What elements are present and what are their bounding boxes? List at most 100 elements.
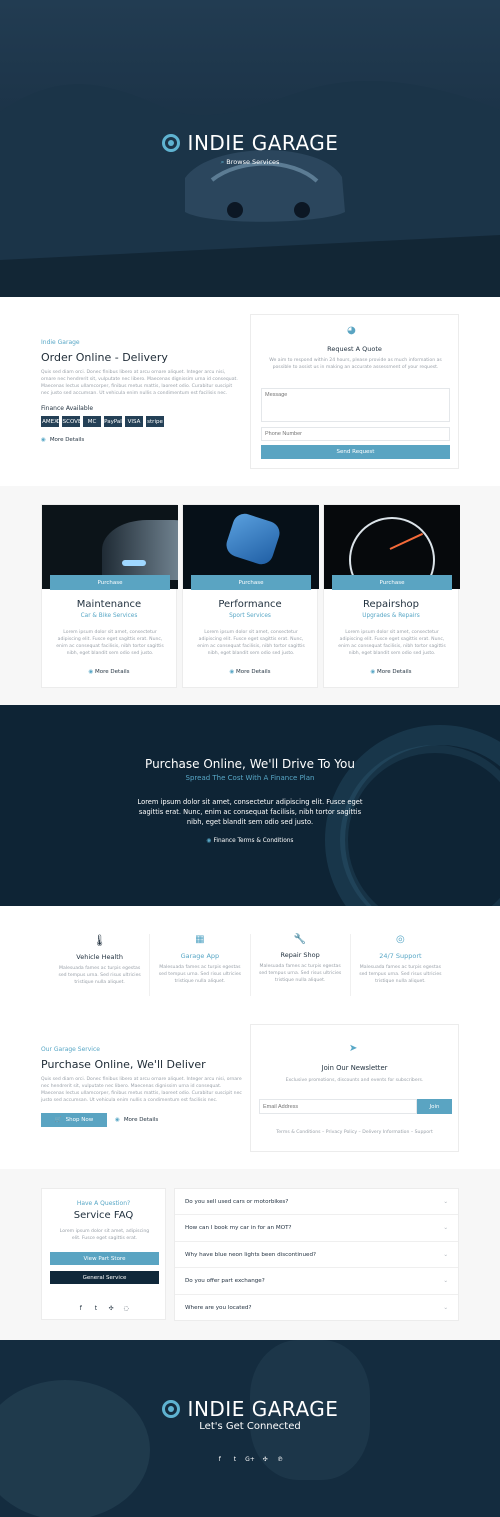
service-title: Maintenance <box>76 599 142 610</box>
feature-item: ▦ Garage App Malesuada fames ac turpis e… <box>150 934 251 996</box>
chevron-down-icon: ⌄ <box>443 1251 448 1258</box>
service-card-performance: Purchase Performance Sport Services Lore… <box>182 504 319 688</box>
faq-question: Why have blue neon lights been discontin… <box>185 1251 316 1258</box>
message-textarea[interactable] <box>261 388 450 422</box>
banner-body: Lorem ipsum dolor sit amet, consectetur … <box>137 798 363 826</box>
faq-item[interactable]: Do you offer part exchange? ⌄ <box>175 1268 458 1295</box>
faq-item[interactable]: Do you sell used cars or motorbikes? ⌄ <box>175 1189 458 1215</box>
join-button[interactable]: Join <box>417 1099 452 1114</box>
payment-card-icon: MC <box>83 416 101 427</box>
shop-now-button[interactable]: 🛒 Shop Now <box>41 1113 107 1127</box>
service-more-details[interactable]: ◉ More Details <box>324 669 458 675</box>
faq-side-card: Have A Question? Service FAQ Lorem ipsum… <box>41 1188 166 1320</box>
google-plus-icon[interactable]: G+ <box>245 1456 255 1463</box>
delivery-title: Purchase Online, We'll Deliver <box>41 1058 206 1071</box>
footer-brand-name: INDIE GARAGE <box>187 1397 339 1421</box>
browse-services-link[interactable]: ⌕ Browse Services <box>0 158 500 167</box>
feature-body: Malesuada fames ac turpis egestas sed te… <box>359 965 442 984</box>
facebook-icon[interactable]: f <box>215 1456 225 1463</box>
facebook-icon[interactable]: f <box>76 1305 86 1312</box>
faq-kicker: Have A Question? <box>76 1200 131 1207</box>
newsletter-title: Join Our Newsletter <box>321 1064 388 1072</box>
footer-tagline: Let's Get Connected <box>199 1421 301 1432</box>
faq-question: Do you sell used cars or motorbikes? <box>185 1198 289 1205</box>
payment-card-icon: VISA <box>125 416 143 427</box>
feature-body: Malesuada fames ac turpis egestas sed te… <box>258 964 342 983</box>
general-service-button[interactable]: General Service <box>50 1271 159 1284</box>
delivery-section: Our Garage Service Purchase Online, We'l… <box>41 1046 244 1127</box>
payment-methods: AMEX DISCOVER MC PayPal VISA stripe <box>41 416 241 427</box>
feature-row: 🌡 Vehicle Health Malesuada fames ac turp… <box>50 934 450 996</box>
wrench-icon: 🔧 <box>293 934 307 945</box>
paper-plane-icon: ➤ <box>349 1043 358 1054</box>
whatsapp-icon[interactable]: ◌ <box>121 1305 131 1312</box>
service-body: Lorem ipsum dolor sit amet, consectetur … <box>56 630 164 656</box>
delivery-more-details[interactable]: ◉ More Details <box>115 1117 158 1123</box>
circle-chevron-icon: ◉ <box>41 437 46 443</box>
payment-card-icon: DISCOVER <box>57 416 85 427</box>
shop-now-label: Shop Now <box>65 1117 94 1123</box>
feature-title: 24/7 Support <box>379 952 422 960</box>
order-kicker: Indie Garage <box>41 339 80 346</box>
service-card-repairshop: Purchase Repairshop Upgrades & Repairs L… <box>323 504 460 688</box>
faq-item[interactable]: Where are you located? ⌄ <box>175 1295 458 1321</box>
finance-available-label: Finance Available <box>41 405 94 412</box>
twitter-icon[interactable]: t <box>91 1305 101 1312</box>
chat-bubbles-icon: ◕ <box>347 325 356 336</box>
service-card-maintenance: Purchase Maintenance Car & Bike Services… <box>41 504 178 688</box>
circle-chevron-icon: ◉ <box>229 669 235 675</box>
feature-title: Vehicle Health <box>76 953 123 961</box>
faq-list: Do you sell used cars or motorbikes? ⌄ Ho… <box>174 1188 459 1321</box>
whatsapp-icon: ◎ <box>396 934 405 945</box>
service-more-label: More Details <box>236 669 271 675</box>
payment-card-icon: PayPal <box>104 416 122 427</box>
footer-social-icons: f t G+ ✣ ℗ <box>0 1446 500 1465</box>
send-request-button[interactable]: Send Request <box>261 445 450 459</box>
chevron-down-icon: ⌄ <box>443 1305 448 1311</box>
cart-icon: 🛒 <box>54 1117 62 1123</box>
circle-chevron-icon: ◉ <box>115 1117 120 1123</box>
feature-item: 🔧 Repair Shop Malesuada fames ac turpis … <box>251 934 351 996</box>
newsletter-footer-links[interactable]: Terms & Conditions – Privacy Policy – De… <box>251 1129 458 1136</box>
purchase-button[interactable]: Purchase <box>191 575 311 590</box>
service-more-details[interactable]: ◉ More Details <box>183 669 317 675</box>
pinterest-icon[interactable]: ℗ <box>275 1456 285 1463</box>
feature-item: 🌡 Vehicle Health Malesuada fames ac turp… <box>50 934 151 996</box>
footer-brand-logo[interactable]: INDIE GARAGE <box>0 1397 500 1421</box>
service-more-details[interactable]: ◉ More Details <box>42 669 176 675</box>
browse-services-label: Browse Services <box>226 158 280 166</box>
thermometer-icon: 🌡 <box>92 934 107 947</box>
service-subtitle: Sport Services <box>229 613 271 619</box>
purchase-button[interactable]: Purchase <box>50 575 170 590</box>
faq-item[interactable]: Why have blue neon lights been discontin… <box>175 1242 458 1268</box>
slack-icon[interactable]: ✣ <box>106 1305 116 1312</box>
brand-ring-icon <box>161 1400 180 1418</box>
footer-section: INDIE GARAGE Let's Get Connected f t G+ … <box>0 1340 500 1517</box>
finance-banner: Purchase Online, We'll Drive To You Spre… <box>0 705 500 906</box>
phone-number-input[interactable] <box>261 427 450 441</box>
email-address-input[interactable] <box>259 1099 417 1114</box>
finance-terms-label: Finance Terms & Conditions <box>213 838 294 844</box>
view-part-store-button[interactable]: View Part Store <box>50 1252 159 1265</box>
feature-item: ◎ 24/7 Support Malesuada fames ac turpis… <box>351 934 450 996</box>
banner-subtitle: Spread The Cost With A Finance Plan <box>185 774 315 782</box>
faq-social-icons: f t ✣ ◌ <box>42 1295 165 1314</box>
service-more-label: More Details <box>377 669 412 675</box>
service-subtitle: Car & Bike Services <box>80 613 138 619</box>
service-body: Lorem ipsum dolor sit amet, consectetur … <box>338 630 446 656</box>
hero-brand-logo[interactable]: INDIE GARAGE <box>0 131 500 155</box>
service-title: Repairshop <box>362 599 420 610</box>
chevron-down-icon: ⌄ <box>443 1278 448 1284</box>
purchase-button[interactable]: Purchase <box>332 575 452 590</box>
faq-item[interactable]: How can I book my car in for an MOT? ⌄ <box>175 1215 458 1242</box>
finance-terms-link[interactable]: ◉ Finance Terms & Conditions <box>0 838 500 844</box>
twitter-icon[interactable]: t <box>230 1456 240 1463</box>
chevron-down-icon: ⌄ <box>443 1198 448 1205</box>
faq-question: How can I book my car in for an MOT? <box>185 1225 292 1231</box>
order-online-section: Indie Garage Order Online - Delivery Qui… <box>41 339 241 443</box>
slack-icon[interactable]: ✣ <box>260 1456 270 1463</box>
feature-title: Garage App <box>180 952 220 960</box>
hero-section: INDIE GARAGE ⌕ Browse Services <box>0 0 500 297</box>
hero-brand-name: INDIE GARAGE <box>187 131 339 155</box>
order-more-details-link[interactable]: ◉ More Details <box>41 437 241 443</box>
